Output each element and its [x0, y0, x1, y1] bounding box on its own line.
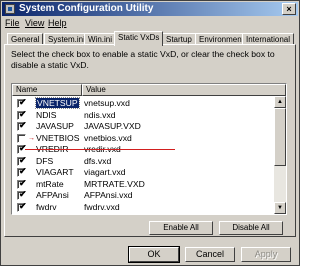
scroll-thumb[interactable]	[274, 108, 286, 166]
list-item[interactable]: ✔ DFS dfs.vxd	[12, 154, 274, 167]
row-name: AFPAnsi	[36, 190, 69, 201]
scroll-down-button[interactable]: ▼	[274, 202, 286, 214]
title-bar[interactable]: System Configuration Utility ×	[2, 2, 298, 16]
ok-button[interactable]: OK	[128, 246, 180, 263]
scroll-up-button[interactable]: ▲	[274, 96, 286, 108]
row-name: NDIS	[36, 110, 57, 121]
row-checkbox[interactable]: ✔	[17, 154, 27, 166]
row-name: JAVASUP	[36, 121, 74, 132]
row-name: DFS	[36, 156, 53, 167]
menu-bar: File View Help	[3, 17, 297, 29]
list-item[interactable]: → VNETBIOS vnetbios.vxd	[12, 133, 274, 144]
row-value: vnetsup.vxd	[84, 98, 130, 108]
row-value: ndis.vxd	[84, 109, 116, 120]
cancel-button[interactable]: Cancel	[185, 247, 235, 262]
row-name: mtRate	[36, 179, 64, 190]
disable-all-button[interactable]: Disable All	[219, 221, 283, 235]
row-name: VNETBIOS	[36, 133, 79, 144]
tab-static-vxds[interactable]: Static VxDs	[114, 31, 164, 46]
checkmark-icon: ✔	[19, 189, 27, 199]
row-name: VIAGART	[36, 167, 74, 178]
row-value: vnetbios.vxd	[84, 132, 132, 143]
row-checkbox[interactable]: ✔	[17, 108, 27, 120]
row-name-text: AFPAnsi	[36, 190, 69, 200]
list-item[interactable]: ✔ VIAGART viagart.vxd	[12, 166, 274, 178]
menu-view-label: View	[25, 18, 45, 28]
system-configuration-window: System Configuration Utility × File View…	[0, 0, 300, 266]
checkmark-icon: ✔	[19, 120, 27, 130]
row-value: viagart.vxd	[84, 167, 126, 177]
row-checkbox[interactable]: ✔	[17, 189, 27, 200]
row-checkbox[interactable]: ✔	[17, 200, 27, 212]
row-name: fwdrv	[36, 202, 57, 213]
row-name: VNETSUP	[35, 97, 80, 109]
list-header: Name Value	[12, 84, 286, 96]
close-button[interactable]: ×	[282, 3, 296, 15]
list-item[interactable]: ✔ VNETSUP vnetsup.vxd	[12, 97, 274, 109]
row-name-text: mtRate	[36, 178, 64, 189]
enable-all-button[interactable]: Enable All	[149, 221, 213, 235]
row-value: AFPAnsi.vxd	[84, 190, 133, 200]
red-annotation-underline	[25, 149, 175, 150]
row-checkbox[interactable]: ✔	[17, 97, 27, 108]
panel-description: Select the check box to enable a static …	[11, 49, 275, 70]
row-value: fwdrv.vxd	[84, 201, 120, 212]
column-header-name[interactable]: Name	[12, 84, 82, 96]
row-value: JAVASUP.VXD	[84, 121, 141, 131]
checkmark-icon: ✔	[19, 166, 27, 176]
checkmark-icon: ✔	[19, 154, 27, 165]
vertical-scrollbar[interactable]: ▲ ▼	[274, 96, 286, 214]
checkmark-icon: ✔	[19, 108, 27, 119]
list-item[interactable]: ✔ NDIS ndis.vxd	[12, 108, 274, 121]
menu-file-label: File	[5, 18, 20, 28]
row-name-text: VNETSUP	[35, 97, 80, 109]
row-checkbox[interactable]: ✔	[17, 166, 27, 177]
row-name-text: DFS	[36, 155, 54, 166]
menu-help-label: Help	[48, 18, 67, 28]
window-title: System Configuration Utility	[19, 3, 154, 14]
checkmark-icon: ✔	[19, 143, 27, 153]
list-item[interactable]: ✔ AFPAnsi AFPAnsi.vxd	[12, 189, 274, 201]
row-checkbox[interactable]: ✔	[17, 120, 27, 131]
app-icon	[5, 4, 15, 14]
checkmark-icon: ✔	[19, 200, 27, 211]
row-name-text: VNETBIOS	[36, 132, 80, 143]
row-name-text: VIAGART	[36, 167, 74, 177]
apply-button[interactable]: Apply	[241, 247, 291, 262]
column-header-value[interactable]: Value	[82, 84, 286, 96]
row-value: MRTRATE.VXD	[84, 178, 145, 189]
row-name-text: NDIS	[36, 109, 57, 120]
checkmark-icon: ✔	[19, 97, 27, 107]
checkmark-icon: ✔	[19, 177, 27, 188]
row-name-text: JAVASUP	[36, 121, 74, 131]
row-name-text: fwdrv	[36, 201, 57, 212]
row-checkbox[interactable]	[17, 133, 26, 143]
tab-strip: General System.ini Win.ini Static VxDs S…	[4, 31, 296, 46]
row-value: dfs.vxd	[84, 155, 112, 166]
red-arrow-marker-icon: →	[28, 134, 35, 142]
row-checkbox[interactable]: ✔	[17, 177, 27, 189]
list-item[interactable]: ✔ mtRate MRTRATE.VXD	[12, 177, 274, 190]
list-item[interactable]: ✔ fwdrv fwdrv.vxd	[12, 200, 274, 213]
list-item[interactable]: ✔ JAVASUP JAVASUP.VXD	[12, 120, 274, 132]
